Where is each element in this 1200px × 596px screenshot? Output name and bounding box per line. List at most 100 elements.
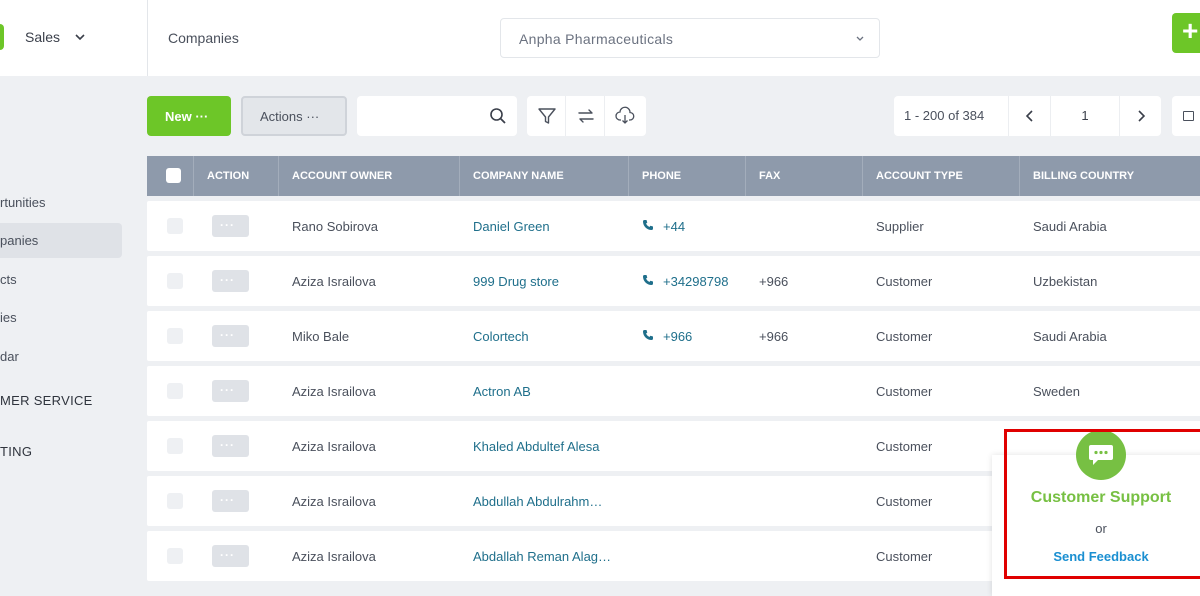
cell-account-owner: Miko Bale xyxy=(292,329,350,344)
cell-phone[interactable]: +966 xyxy=(663,329,692,344)
row-action-button[interactable]: ··· xyxy=(212,325,249,347)
cell-company-name[interactable]: Abdallah Reman Alag… xyxy=(473,549,611,564)
cell-account-owner: Aziza Israilova xyxy=(292,274,376,289)
select-all-checkbox[interactable] xyxy=(166,168,181,183)
more-dots-icon: ··· xyxy=(220,438,235,452)
square-icon xyxy=(1183,111,1194,121)
cell-phone[interactable]: +34298798 xyxy=(663,274,728,289)
app-tile[interactable] xyxy=(0,24,4,50)
sidebar-item-contacts[interactable]: cts xyxy=(0,272,17,287)
phone-icon xyxy=(643,220,653,230)
cell-billing-country: Saudi Arabia xyxy=(1033,329,1107,344)
more-dots-icon: ··· xyxy=(220,218,235,232)
chevron-left-icon xyxy=(1025,110,1033,122)
cell-billing-country: Saudi Arabia xyxy=(1033,219,1107,234)
filter-button[interactable] xyxy=(527,96,566,136)
row-action-button[interactable]: ··· xyxy=(212,380,249,402)
list-tools xyxy=(527,96,646,136)
more-dots-icon: ··· xyxy=(220,273,235,287)
cell-company-name[interactable]: Daniel Green xyxy=(473,219,550,234)
more-dots-icon: ··· xyxy=(220,383,235,397)
next-page-button[interactable] xyxy=(1120,96,1161,136)
row-checkbox[interactable] xyxy=(167,383,183,399)
sidebar-section-customer-service[interactable]: MER SERVICE xyxy=(0,393,93,408)
plus-icon: + xyxy=(1182,15,1199,46)
cell-company-name[interactable]: Actron AB xyxy=(473,384,531,399)
table-row[interactable]: ··· Miko Bale Colortech +966 +966 Customer Sau… xyxy=(147,311,1200,361)
column-header-company-name[interactable]: COMPANY NAME xyxy=(459,156,564,196)
phone-icon xyxy=(643,275,653,285)
cell-company-name[interactable]: Colortech xyxy=(473,329,529,344)
page-number-input[interactable]: 1 xyxy=(1050,96,1120,136)
row-action-button[interactable]: ··· xyxy=(212,545,249,567)
column-header-action[interactable]: ACTION xyxy=(193,156,249,196)
row-checkbox[interactable] xyxy=(167,328,183,344)
cell-company-name[interactable]: 999 Drug store xyxy=(473,274,559,289)
search-icon[interactable] xyxy=(489,107,507,125)
company-select[interactable]: Anpha Pharmaceuticals xyxy=(500,18,880,58)
cell-account-type: Customer xyxy=(876,384,933,399)
row-checkbox[interactable] xyxy=(167,218,183,234)
actions-button[interactable]: Actions ··· xyxy=(241,96,347,136)
cell-account-owner: Rano Sobirova xyxy=(292,219,378,234)
table-row[interactable]: ··· Aziza Israilova Actron AB Customer Swede… xyxy=(147,366,1200,416)
column-header-billing-country[interactable]: BILLING COUNTRY xyxy=(1019,156,1134,196)
column-header-account-type[interactable]: ACCOUNT TYPE xyxy=(862,156,963,196)
cell-company-name[interactable]: Khaled Abdultef Alesa xyxy=(473,439,600,454)
cloud-download-icon xyxy=(615,106,635,124)
sync-button[interactable] xyxy=(566,96,605,136)
search-box xyxy=(357,96,517,136)
row-action-button[interactable]: ··· xyxy=(212,270,249,292)
view-toggle-button[interactable] xyxy=(1172,96,1200,136)
column-header-account-owner[interactable]: ACCOUNT OWNER xyxy=(278,156,392,196)
more-dots-icon: ··· xyxy=(220,328,235,342)
filter-icon xyxy=(538,108,556,124)
cell-account-type: Customer xyxy=(876,329,933,344)
cell-fax: +966 xyxy=(759,329,789,344)
sidebar-item-opportunities[interactable]: rtunities xyxy=(0,195,46,210)
company-select-value: Anpha Pharmaceuticals xyxy=(519,31,674,47)
table-row[interactable]: ··· Aziza Israilova 999 Drug store +3429879… xyxy=(147,256,1200,306)
cell-phone[interactable]: +44 xyxy=(663,219,685,234)
sidebar-item-activities[interactable]: ies xyxy=(0,310,17,325)
cell-account-type: Customer xyxy=(876,439,933,454)
column-header-fax[interactable]: FAX xyxy=(745,156,780,196)
more-dots-icon: ··· xyxy=(220,548,235,562)
chevron-down-icon[interactable] xyxy=(73,30,87,44)
column-header-phone[interactable]: PHONE xyxy=(628,156,681,196)
row-checkbox[interactable] xyxy=(167,273,183,289)
cell-account-owner: Aziza Israilova xyxy=(292,549,376,564)
row-action-button[interactable]: ··· xyxy=(212,435,249,457)
row-action-button[interactable]: ··· xyxy=(212,215,249,237)
sidebar-item-calendar[interactable]: dar xyxy=(0,349,19,364)
prev-page-button[interactable] xyxy=(1008,96,1050,136)
search-input[interactable] xyxy=(365,106,475,126)
highlight-box xyxy=(1004,429,1200,579)
app-name[interactable]: Sales xyxy=(25,29,60,45)
more-dots-icon: ··· xyxy=(220,493,235,507)
cell-billing-country: Uzbekistan xyxy=(1033,274,1098,289)
breadcrumb: Companies xyxy=(168,30,239,46)
app-switcher-panel: Sales xyxy=(0,0,148,76)
phone-icon xyxy=(643,330,653,340)
row-checkbox[interactable] xyxy=(167,438,183,454)
cell-account-owner: Aziza Israilova xyxy=(292,494,376,509)
sidebar-item-label: panies xyxy=(0,233,39,248)
cell-fax: +966 xyxy=(759,274,789,289)
new-button[interactable]: New ··· xyxy=(147,96,231,136)
cell-account-type: Supplier xyxy=(876,219,924,234)
swap-arrows-icon xyxy=(578,109,594,123)
row-checkbox[interactable] xyxy=(167,548,183,564)
row-action-button[interactable]: ··· xyxy=(212,490,249,512)
sidebar-item-companies[interactable]: panies xyxy=(0,223,122,258)
add-button[interactable]: + xyxy=(1172,13,1200,53)
table-header: ACTION ACCOUNT OWNER COMPANY NAME PHONE … xyxy=(147,156,1200,196)
cell-company-name[interactable]: Abdullah Abdulrahm… xyxy=(473,494,602,509)
cell-billing-country: Sweden xyxy=(1033,384,1080,399)
cell-account-type: Customer xyxy=(876,274,933,289)
sidebar: rtunities panies cts ies dar MER SERVICE… xyxy=(0,76,140,596)
sidebar-section-marketing[interactable]: TING xyxy=(0,444,32,459)
row-checkbox[interactable] xyxy=(167,493,183,509)
download-button[interactable] xyxy=(605,96,644,136)
table-row[interactable]: ··· Rano Sobirova Daniel Green +44 Supplier S… xyxy=(147,201,1200,251)
